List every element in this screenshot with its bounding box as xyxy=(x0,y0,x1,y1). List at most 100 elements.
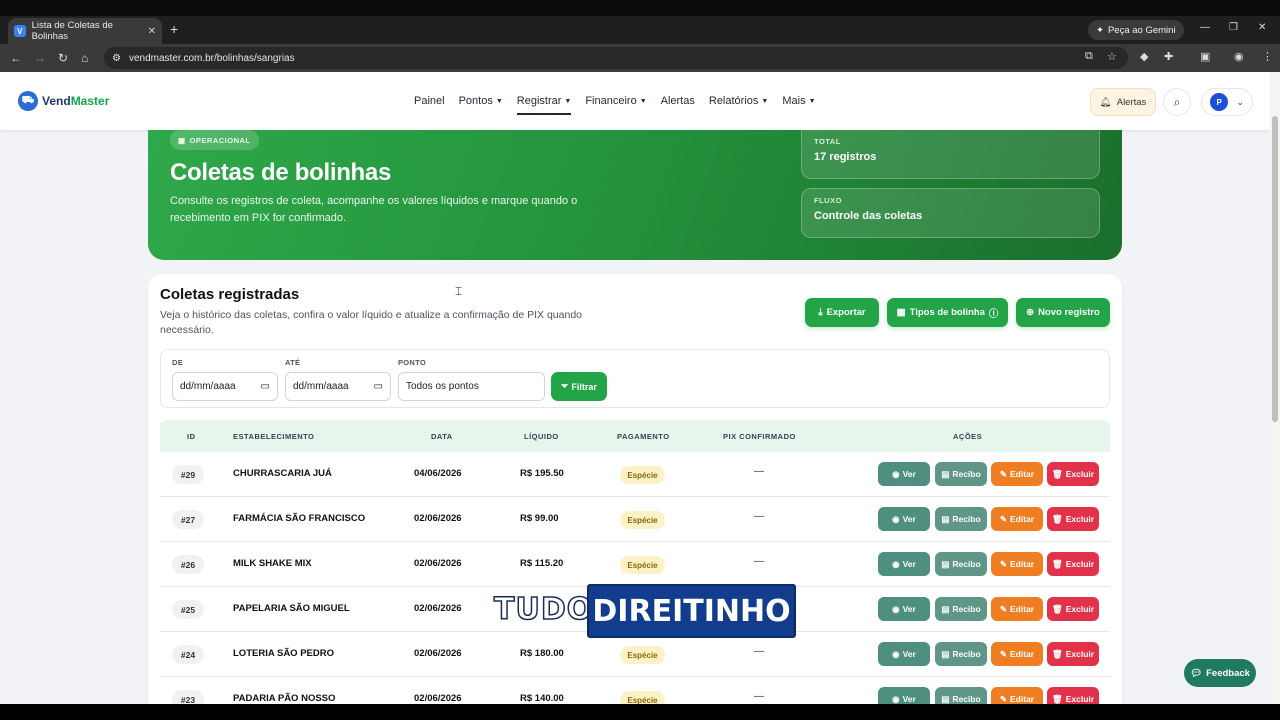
view-button[interactable]: ◉ Ver xyxy=(878,552,930,576)
receipt-button[interactable]: ▤ Recibo xyxy=(935,642,987,666)
row-date: 02/06/2026 xyxy=(414,648,462,659)
pencil-icon: ✎ xyxy=(999,558,1008,569)
filter-label: Filtrar xyxy=(571,381,597,392)
export-button[interactable]: ⤓ Exportar xyxy=(805,298,879,327)
user-menu-button[interactable]: P ⌄ xyxy=(1201,88,1253,116)
view-label: Ver xyxy=(902,604,916,614)
filter-ate-label: ATÉ xyxy=(285,358,301,367)
window-close-icon[interactable]: ✕ xyxy=(1258,22,1266,33)
row-id: #24 xyxy=(172,645,204,664)
edit-button[interactable]: ✎ Editar xyxy=(991,642,1043,666)
alerts-button[interactable]: 🔔︎ Alertas xyxy=(1090,88,1156,116)
date-to-field[interactable]: dd/mm/aaaa ▭ xyxy=(285,372,391,401)
nav-registrar[interactable]: Registrar ▼ xyxy=(516,95,572,115)
pix-status: — xyxy=(754,646,764,657)
puzzle-icon[interactable]: ✚ xyxy=(1164,50,1173,63)
search-button[interactable]: ⌕ xyxy=(1163,88,1191,116)
nav-painel[interactable]: Painel xyxy=(414,95,445,115)
brand-logo[interactable]: ⛟ Vend Master xyxy=(18,91,109,111)
delete-label: Excluir xyxy=(1065,649,1095,659)
feedback-button[interactable]: 💬︎ Feedback xyxy=(1184,659,1256,687)
delete-button[interactable]: 🗑︎ Excluir xyxy=(1047,552,1099,576)
table-row: #24 LOTERIA SÃO PEDRO 02/06/2026 R$ 180.00 E… xyxy=(160,632,1110,677)
date-from-field[interactable]: dd/mm/aaaa ▭ xyxy=(172,372,278,401)
view-button[interactable]: ◉ Ver xyxy=(878,642,930,666)
receipt-icon: ▤ xyxy=(941,558,950,569)
forward-icon[interactable]: → xyxy=(34,51,46,65)
bookmark-star-icon[interactable]: ☆ xyxy=(1107,50,1117,63)
download-icon: ⤓ xyxy=(818,307,823,318)
nav-alertas[interactable]: Alertas xyxy=(661,95,695,115)
row-id: #25 xyxy=(172,600,204,619)
delete-label: Excluir xyxy=(1065,514,1095,524)
col-date: DATA xyxy=(431,432,453,441)
browser-tab[interactable]: V Lista de Coletas de Bolinhas ✕ xyxy=(8,18,162,44)
view-button[interactable]: ◉ Ver xyxy=(878,597,930,621)
ball-types-button[interactable]: ▦ Tipos de bolinha ⓘ xyxy=(887,298,1008,327)
page-scrollbar[interactable] xyxy=(1270,72,1280,704)
address-bar-row: ← → ↻ ⌂ ⚙ vendmaster.com.br/bolinhas/san… xyxy=(0,44,1280,72)
edit-label: Editar xyxy=(1010,559,1035,569)
view-button[interactable]: ◉ Ver xyxy=(878,462,930,486)
edit-button[interactable]: ✎ Editar xyxy=(991,462,1043,486)
caret-down-icon: ▼ xyxy=(808,98,816,105)
nav-financeiro[interactable]: Financeiro ▼ xyxy=(585,95,646,115)
col-payment: PAGAMENTO xyxy=(617,432,670,441)
scrollbar-thumb[interactable] xyxy=(1272,116,1278,422)
url-field[interactable]: ⚙ vendmaster.com.br/bolinhas/sangrias xyxy=(104,47,1128,69)
delete-button[interactable]: 🗑︎ Excluir xyxy=(1047,687,1099,704)
receipt-button[interactable]: ▤ Recibo xyxy=(935,687,987,704)
receipt-button[interactable]: ▤ Recibo xyxy=(935,507,987,531)
pix-status: — xyxy=(754,511,764,522)
receipt-button[interactable]: ▤ Recibo xyxy=(935,597,987,621)
receipt-label: Recibo xyxy=(952,604,981,614)
point-select[interactable]: Todos os pontos xyxy=(398,372,545,401)
delete-button[interactable]: 🗑︎ Excluir xyxy=(1047,507,1099,531)
delete-button[interactable]: 🗑︎ Excluir xyxy=(1047,642,1099,666)
caret-down-icon: ▼ xyxy=(639,98,647,105)
col-id: ID xyxy=(187,432,196,441)
install-icon[interactable]: ⧉ xyxy=(1085,50,1093,63)
view-button[interactable]: ◉ Ver xyxy=(878,507,930,531)
filter-button[interactable]: ⏷ Filtrar xyxy=(551,372,607,401)
table-row: #23 PADARIA PÃO NOSSO 02/06/2026 R$ 140.00 E… xyxy=(160,677,1110,704)
minimize-icon[interactable]: — xyxy=(1200,22,1210,33)
profile-icon[interactable]: ◉ xyxy=(1234,50,1244,63)
table-row: #26 MILK SHAKE MIX 02/06/2026 R$ 115.20 Espé… xyxy=(160,542,1110,587)
gemini-button[interactable]: ✦ Peça ao Gemini xyxy=(1088,20,1184,40)
restore-icon[interactable]: ❐ xyxy=(1229,22,1238,33)
pix-status: — xyxy=(754,691,764,702)
pix-status: — xyxy=(754,556,764,567)
reload-icon[interactable]: ↻ xyxy=(58,51,68,65)
site-header: ⛟ Vend Master Painel Pontos ▼ Registrar ▼ F… xyxy=(0,72,1270,130)
chevron-down-icon: ⌄ xyxy=(1236,96,1244,107)
site-info-icon[interactable]: ⚙ xyxy=(112,53,121,64)
nav-relatorios[interactable]: Relatórios ▼ xyxy=(709,95,768,115)
home-icon[interactable]: ⌂ xyxy=(81,51,88,65)
delete-button[interactable]: 🗑︎ Excluir xyxy=(1047,462,1099,486)
brand-name-part1: Vend xyxy=(42,94,71,108)
edit-button[interactable]: ✎ Editar xyxy=(991,687,1043,704)
new-record-button[interactable]: ⊕ Novo registro xyxy=(1016,298,1110,327)
delete-button[interactable]: 🗑︎ Excluir xyxy=(1047,597,1099,621)
stat-total: TOTAL 17 registros xyxy=(801,130,1100,179)
edit-button[interactable]: ✎ Editar xyxy=(991,507,1043,531)
close-tab-icon[interactable]: ✕ xyxy=(148,26,156,37)
back-icon[interactable]: ← xyxy=(10,51,22,65)
nav-pontos[interactable]: Pontos ▼ xyxy=(459,95,503,115)
table-row: #29 CHURRASCARIA JUÁ 04/06/2026 R$ 195.50 Es… xyxy=(160,452,1110,497)
nav-mais[interactable]: Mais ▼ xyxy=(782,95,815,115)
nav-registrar-label: Registrar xyxy=(516,95,562,107)
view-button[interactable]: ◉ Ver xyxy=(878,687,930,704)
browser-menu-icon[interactable]: ⋮ xyxy=(1262,50,1273,63)
table-row: #27 FARMÁCIA SÃO FRANCISCO 02/06/2026 R$ 99… xyxy=(160,497,1110,542)
new-tab-icon[interactable]: + xyxy=(170,21,178,37)
edit-button[interactable]: ✎ Editar xyxy=(991,552,1043,576)
collections-card: Coletas registradas Veja o histórico das… xyxy=(148,274,1122,704)
edit-button[interactable]: ✎ Editar xyxy=(991,597,1043,621)
receipt-button[interactable]: ▤ Recibo xyxy=(935,552,987,576)
row-establishment: CHURRASCARIA JUÁ xyxy=(233,468,332,479)
side-panel-icon[interactable]: ▣ xyxy=(1200,50,1210,63)
extension-icon[interactable]: ◆ xyxy=(1140,50,1148,63)
receipt-button[interactable]: ▤ Recibo xyxy=(935,462,987,486)
